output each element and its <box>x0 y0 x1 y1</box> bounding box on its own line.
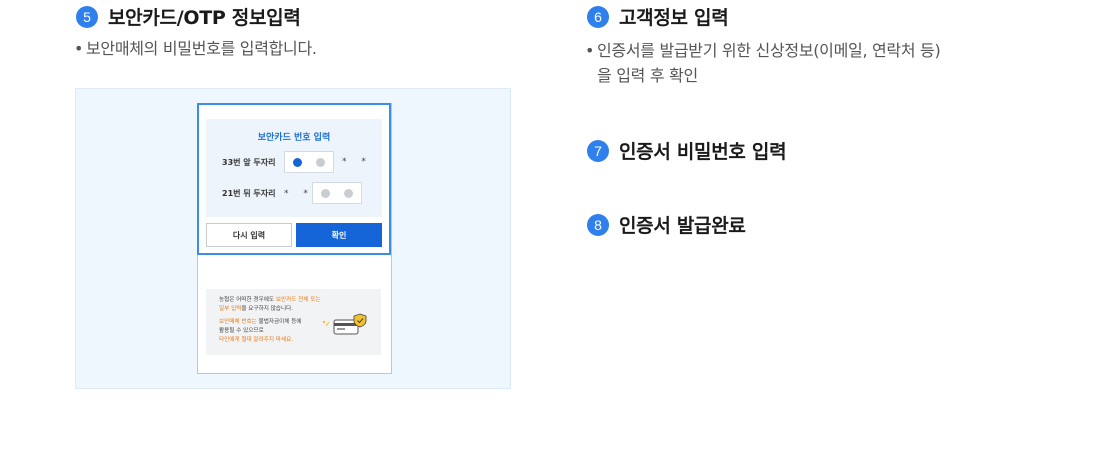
notice-line2-highlight: 일부 입력 <box>219 306 242 312</box>
step-7-badge: 7 <box>587 139 609 162</box>
notice-line1-a: 농협은 어떠한 경우에도 <box>219 297 276 303</box>
step-5-title: 보안카드/OTP 정보입력 <box>108 7 301 29</box>
notice-line2-b: 을 요구하지 않습니다. <box>241 306 294 312</box>
security-notice-text: 농협은 어떠한 경우에도 보안카드 전체 또는 일부 입력을 요구하지 않습니다… <box>219 296 329 345</box>
step-6-desc-line-2: 을 입력 후 확인 <box>597 66 698 85</box>
step-8-title: 인증서 발급완료 <box>619 215 746 237</box>
step-5-desc-line: 보안매체의 비밀번호를 입력합니다. <box>86 39 317 58</box>
step-8-badge: 8 <box>587 213 609 236</box>
step-6-description: • 인증서를 발급받기 위한 신상정보(이메일, 연락처 등) 을 입력 후 확인 <box>585 38 941 88</box>
bullet: • <box>74 39 84 58</box>
step-7-heading: 7 인증서 비밀번호 입력 <box>587 137 787 164</box>
notice-line3-highlight: 보안매체 번호는 <box>219 319 257 325</box>
bullet: • <box>585 41 595 60</box>
step-6-title: 고객정보 입력 <box>619 7 729 29</box>
step-5-description: • 보안매체의 비밀번호를 입력합니다. <box>74 36 317 61</box>
step-8-heading: 8 인증서 발급완료 <box>587 211 746 238</box>
step-6-heading: 6 고객정보 입력 <box>587 3 729 30</box>
step-7-title: 인증서 비밀번호 입력 <box>619 141 787 163</box>
step-6-badge: 6 <box>587 5 609 28</box>
step-5-heading: 5 보안카드/OTP 정보입력 <box>76 3 301 30</box>
input-highlight-frame <box>197 103 391 255</box>
notice-line3-b: 불법자금이체 등에 <box>256 319 302 325</box>
notice-line5-highlight: 타인에게 절대 알려주지 마세요. <box>219 337 294 343</box>
notice-line1-highlight: 보안카드 전체 또는 <box>275 297 321 303</box>
notice-line4: 활용될 수 있으므로 <box>219 328 264 334</box>
step-5-badge: 5 <box>76 5 98 28</box>
step-6-desc-line-1: 인증서를 발급받기 위한 신상정보(이메일, 연락처 등) <box>597 41 941 60</box>
security-card-warning-icon <box>322 313 367 335</box>
